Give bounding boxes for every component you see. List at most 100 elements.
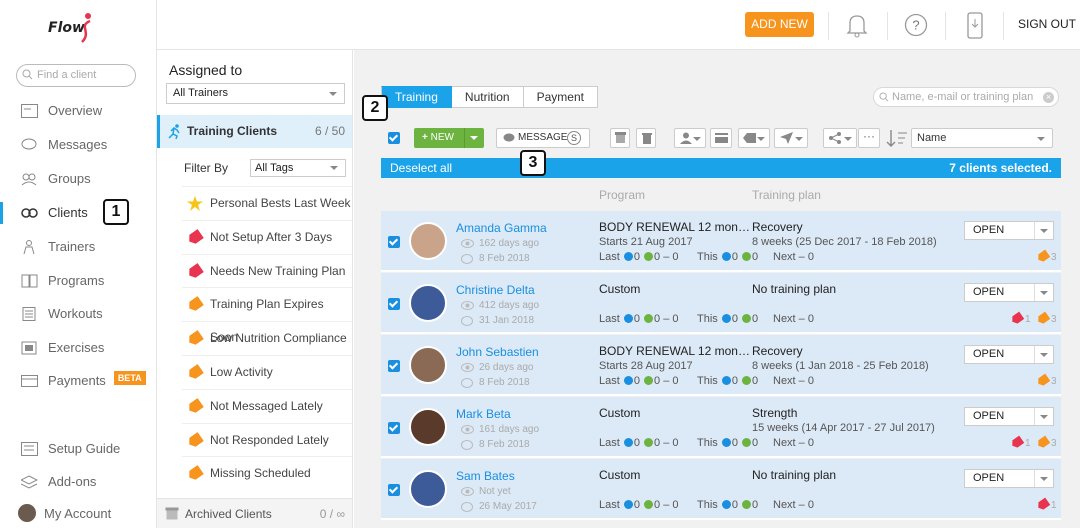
program-name[interactable]: BODY RENEWAL 12 mont… <box>599 344 753 358</box>
row-checkbox[interactable] <box>388 422 400 434</box>
sign-out-link[interactable]: SIGN OUT <box>1018 17 1076 31</box>
program-name[interactable]: Custom <box>599 468 753 482</box>
nav-item-trainers[interactable]: Trainers <box>0 232 156 262</box>
nav-item-setup-guide[interactable]: Setup Guide <box>0 434 156 464</box>
tag-icon[interactable] <box>1036 249 1051 263</box>
row-checkbox[interactable] <box>388 360 400 372</box>
assign-trainer-button[interactable] <box>674 128 706 148</box>
client-avatar[interactable] <box>409 470 447 508</box>
filter-item[interactable]: Not Setup After 3 Days <box>182 219 352 254</box>
client-avatar[interactable] <box>409 284 447 322</box>
client-name-link[interactable]: John Sebastien <box>456 345 539 359</box>
caret-down-icon[interactable] <box>470 136 478 140</box>
archive-button[interactable] <box>610 128 630 148</box>
filter-item[interactable]: Low Nutrition Compliance <box>182 321 352 355</box>
tag-icon[interactable] <box>1036 435 1051 449</box>
filter-item[interactable]: Missing Scheduled Workout <box>182 456 352 513</box>
add-new-button[interactable]: ADD NEW <box>745 12 814 37</box>
payment-button[interactable] <box>710 128 732 148</box>
clear-search-icon[interactable]: × <box>1043 92 1054 103</box>
client-row[interactable]: John Sebastien 26 days ago 8 Feb 2018 BODY … <box>381 335 1061 396</box>
open-dropdown[interactable]: OPEN <box>964 283 1054 302</box>
client-list-search-input[interactable]: Name, e-mail or training plan × <box>873 87 1059 107</box>
program-name[interactable]: Custom <box>599 406 753 420</box>
mobile-app-icon[interactable] <box>967 12 983 39</box>
divider <box>945 12 946 40</box>
open-dropdown[interactable]: OPEN <box>964 345 1054 364</box>
open-dropdown[interactable]: OPEN <box>964 469 1054 488</box>
share-button[interactable] <box>823 128 857 148</box>
client-row[interactable]: Christine Delta 412 days ago 31 Jan 2018 Cu… <box>381 273 1061 334</box>
tag-icon[interactable] <box>1010 311 1025 325</box>
nav-item-exercises[interactable]: Exercises <box>0 333 156 363</box>
client-row[interactable]: Amanda Gamma 162 days ago 8 Feb 2018 BODY R… <box>381 211 1061 272</box>
client-name-link[interactable]: Sam Bates <box>456 469 515 483</box>
filter-item[interactable]: Low Activity <box>182 355 352 389</box>
nav-label: Setup Guide <box>48 441 121 456</box>
deselect-all-link[interactable]: Deselect all <box>390 158 452 178</box>
bell-icon[interactable] <box>845 12 869 38</box>
client-name-link[interactable]: Amanda Gamma <box>456 221 547 235</box>
client-search-input[interactable]: Find a client <box>16 64 136 87</box>
training-clients-item[interactable]: Training Clients 6 / 50 <box>157 115 352 148</box>
row-checkbox[interactable] <box>388 298 400 310</box>
help-icon[interactable]: ? <box>904 13 928 37</box>
trainer-select[interactable]: All Trainers <box>166 83 345 104</box>
delete-button[interactable] <box>636 128 656 148</box>
client-avatar[interactable] <box>409 222 447 260</box>
nav-item-programs[interactable]: Programs <box>0 266 156 296</box>
tag-button[interactable] <box>738 128 770 148</box>
nav-item-clients[interactable]: Clients <box>0 198 156 228</box>
program-name[interactable]: Custom <box>599 282 753 296</box>
skype-icon[interactable]: S <box>567 131 581 145</box>
nav-item-groups[interactable]: Groups <box>0 164 156 194</box>
message-button[interactable]: MESSAGE S <box>496 128 590 148</box>
training-plan-name[interactable]: No training plan <box>752 468 836 482</box>
sort-icon[interactable] <box>886 128 908 148</box>
training-plan-name[interactable]: Recovery <box>752 220 803 234</box>
tag-filter-select[interactable]: All Tags <box>250 159 346 177</box>
row-checkbox[interactable] <box>388 484 400 496</box>
new-button[interactable]: + NEW <box>414 128 484 148</box>
more-options-icon[interactable]: ··· <box>858 128 880 148</box>
nav-item-overview[interactable]: Overview <box>0 96 156 126</box>
nav-item-messages[interactable]: Messages <box>0 130 156 160</box>
program-start: Starts 21 Aug 2017 <box>599 236 693 248</box>
select-all-checkbox[interactable] <box>388 132 400 144</box>
sort-select[interactable]: Name <box>911 128 1053 148</box>
tab-payment[interactable]: Payment <box>523 86 598 108</box>
row-checkbox[interactable] <box>388 236 400 248</box>
client-name-link[interactable]: Mark Beta <box>456 407 511 421</box>
filter-item[interactable]: Needs New Training Plan <box>182 253 352 288</box>
filter-item[interactable]: Not Messaged Lately <box>182 388 352 423</box>
nav-item-workouts[interactable]: Workouts <box>0 299 156 329</box>
pending-dot-icon <box>721 314 731 323</box>
client-row[interactable]: Sam Bates Not yet 26 May 2017 Custom No trai… <box>381 459 1061 520</box>
training-plan-name[interactable]: Strength <box>752 406 797 420</box>
open-dropdown[interactable]: OPEN <box>964 407 1054 426</box>
flow-logo[interactable]: Flow <box>46 12 106 46</box>
tag-icon[interactable] <box>1010 435 1025 449</box>
tag-icon[interactable] <box>1036 311 1051 325</box>
tab-nutrition[interactable]: Nutrition <box>451 86 524 108</box>
paper-plane-icon <box>780 132 793 144</box>
send-button[interactable] <box>774 128 808 148</box>
training-plan-name[interactable]: Recovery <box>752 344 803 358</box>
program-name[interactable]: BODY RENEWAL 12 mont… <box>599 220 753 234</box>
client-row[interactable]: Mark Beta 161 days ago 8 Feb 2018 Custom Str… <box>381 397 1061 458</box>
filter-item[interactable]: Not Responded Lately <box>182 422 352 457</box>
tag-icon[interactable] <box>1036 497 1051 511</box>
client-avatar[interactable] <box>409 408 447 446</box>
tab-training[interactable]: Training <box>381 86 452 108</box>
tag-icon[interactable] <box>1036 373 1051 387</box>
nav-item-add-ons[interactable]: Add-ons <box>0 467 156 497</box>
filter-item[interactable]: Training Plan Expires Soon <box>182 287 352 344</box>
training-plan-name[interactable]: No training plan <box>752 282 836 296</box>
archived-clients-item[interactable]: Archived Clients 0 / ∞ <box>157 498 352 528</box>
client-avatar[interactable] <box>409 346 447 384</box>
filter-item[interactable]: Personal Bests Last Week <box>182 186 352 220</box>
client-name-link[interactable]: Christine Delta <box>456 283 535 297</box>
open-dropdown[interactable]: OPEN <box>964 221 1054 240</box>
nav-item-my-account[interactable]: My Account <box>0 499 156 529</box>
nav-item-payments[interactable]: Payments BETA <box>0 366 156 396</box>
